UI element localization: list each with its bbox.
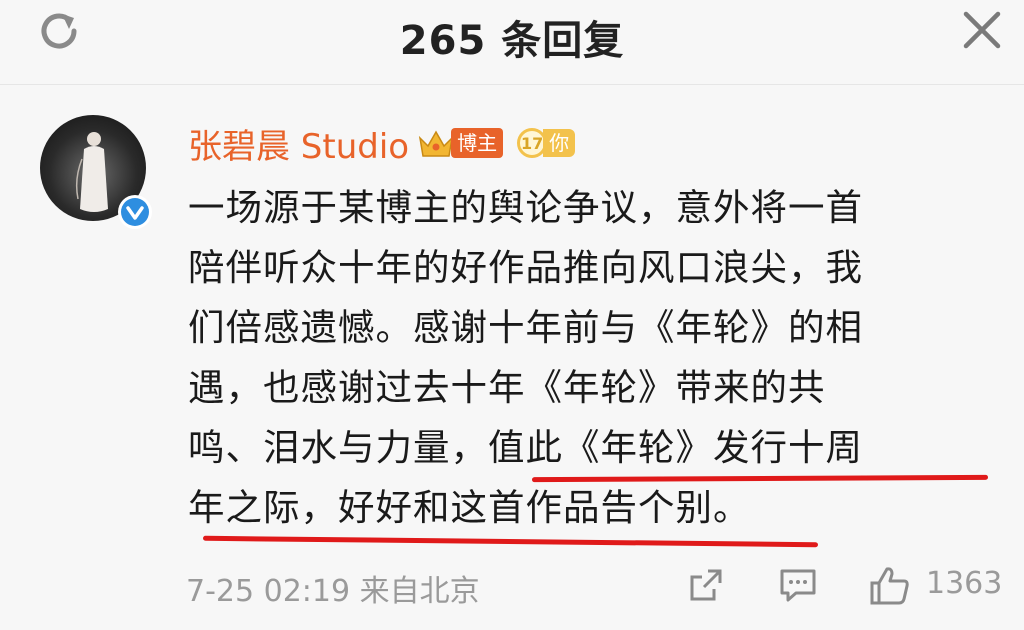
post-timestamp: 7-25 02:19 来自北京 bbox=[186, 574, 480, 609]
content-line: 鸣、泪水与力量，值此《年轮》发行十周 bbox=[188, 426, 863, 469]
level-badge[interactable]: 17 你 bbox=[517, 127, 576, 159]
content-line: 一场源于某博主的舆论争议，意外将一首 bbox=[188, 186, 863, 229]
comment-icon[interactable] bbox=[778, 565, 818, 605]
crown-icon bbox=[418, 130, 454, 157]
verified-icon bbox=[118, 195, 152, 229]
content-line: 年之际，好好和这首作品告个别。 bbox=[188, 486, 751, 529]
blogger-badge-label: 博主 bbox=[451, 128, 504, 158]
reply-header: 265 条回复 bbox=[0, 0, 1024, 85]
content-line: 遇，也感谢过去十年《年轮》带来的共 bbox=[188, 366, 826, 409]
content-line: 陪伴听众十年的好作品推向风口浪尖，我 bbox=[188, 246, 863, 289]
like-count: 1363 bbox=[926, 566, 1003, 601]
post-content: 一场源于某博主的舆论争议，意外将一首 陪伴听众十年的好作品推向风口浪尖，我 们倍… bbox=[188, 178, 988, 538]
author-row: 张碧晨 Studio 博主 17 你 bbox=[188, 118, 576, 168]
like-icon[interactable] bbox=[868, 565, 912, 607]
share-icon[interactable] bbox=[686, 565, 726, 605]
author-name[interactable]: 张碧晨 Studio bbox=[188, 119, 409, 168]
level-text: 你 bbox=[543, 129, 576, 157]
close-icon[interactable] bbox=[960, 8, 1004, 52]
content-line: 们倍感遗憾。感谢十年前与《年轮》的相 bbox=[188, 306, 863, 349]
blogger-badge[interactable]: 博主 bbox=[417, 126, 504, 160]
avatar-figure bbox=[75, 132, 108, 212]
page-title: 265 条回复 bbox=[399, 18, 625, 64]
